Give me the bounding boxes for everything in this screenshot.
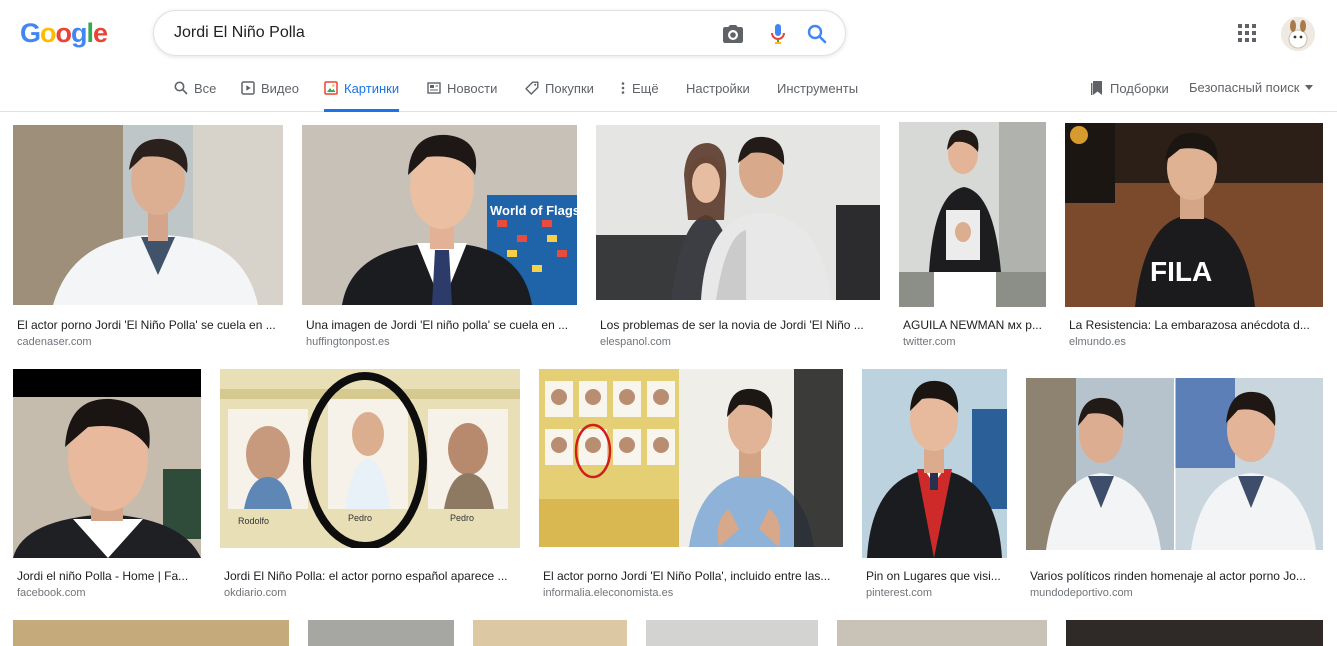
camera-icon[interactable] <box>721 22 745 46</box>
google-logo[interactable]: Google <box>20 18 110 50</box>
news-icon <box>427 82 441 94</box>
tab-tools[interactable]: Инструменты <box>777 80 858 112</box>
svg-text:Rodolfo: Rodolfo <box>238 516 269 526</box>
result-thumbnail[interactable] <box>308 620 454 646</box>
image-result[interactable]: World of Flags Una imagen de Jordi 'El n… <box>302 125 577 350</box>
tab-settings[interactable]: Настройки <box>686 80 750 112</box>
image-result[interactable]: Varios políticos rinden homenaje al acto… <box>1026 378 1323 601</box>
svg-text:Pedro: Pedro <box>348 513 372 523</box>
tab-images[interactable]: Картинки <box>324 80 400 112</box>
image-result[interactable] <box>473 620 627 646</box>
image-result[interactable]: El actor porno Jordi 'El Niño Polla' se … <box>13 125 283 350</box>
image-result[interactable]: Los problemas de ser la novia de Jordi '… <box>596 125 880 350</box>
tab-label: Инструменты <box>777 81 859 96</box>
result-thumbnail[interactable] <box>1026 378 1323 550</box>
search-box <box>153 10 846 56</box>
result-domain: cadenaser.com <box>17 336 92 348</box>
result-caption[interactable]: Jordi el niño Polla - Home | Fa... <box>17 568 199 584</box>
result-thumbnail[interactable] <box>646 620 818 646</box>
tab-label: Настройки <box>686 81 750 96</box>
search-input[interactable] <box>174 11 714 55</box>
more-vert-icon <box>621 82 625 94</box>
result-thumbnail[interactable]: Rodolfo Pedro Pedro <box>220 369 520 548</box>
tab-label: Новости <box>447 81 498 96</box>
result-thumbnail[interactable] <box>13 620 289 646</box>
bookmark-icon <box>1091 81 1102 95</box>
result-caption[interactable]: Los problemas de ser la novia de Jordi '… <box>600 317 876 333</box>
tab-more[interactable]: Ещё <box>620 80 659 112</box>
tab-label: Все <box>194 81 217 96</box>
result-domain: informalia.eleconomista.es <box>543 587 674 599</box>
image-result[interactable]: Jordi el niño Polla - Home | Fa... faceb… <box>13 369 201 601</box>
tag-icon <box>525 81 539 95</box>
result-domain: mundodeportivo.com <box>1030 587 1133 599</box>
tab-video[interactable]: Видео <box>241 80 299 112</box>
result-thumbnail[interactable] <box>862 369 1007 558</box>
result-thumbnail[interactable] <box>596 125 880 300</box>
tab-shopping[interactable]: Покупки <box>525 80 594 112</box>
result-domain: okdiario.com <box>224 587 287 599</box>
svg-text:FILA: FILA <box>1150 256 1212 287</box>
result-caption[interactable]: La Resistencia: La embarazosa anécdota d… <box>1069 317 1323 333</box>
collections-link[interactable]: Подборки <box>1090 80 1169 96</box>
tab-label: Покупки <box>545 81 594 96</box>
result-thumbnail[interactable] <box>899 122 1046 307</box>
result-domain: twitter.com <box>903 336 956 348</box>
header: Google Jordi El Niño Polla Все Видео Кар… <box>0 0 1337 112</box>
result-thumbnail[interactable]: World of Flags <box>302 125 577 305</box>
collections-label: Подборки <box>1110 80 1169 96</box>
result-domain: pinterest.com <box>866 587 933 599</box>
image-result[interactable]: El actor porno Jordi 'El Niño Polla', in… <box>539 369 843 601</box>
tab-news[interactable]: Новости <box>427 80 497 112</box>
image-result[interactable]: FILA La Resistencia: La embarazosa anécd… <box>1065 123 1323 350</box>
result-caption[interactable]: Pin on Lugares que visi... <box>866 568 1007 584</box>
safe-search-label: Безопасный поиск <box>1189 80 1300 95</box>
image-result[interactable] <box>13 620 289 646</box>
result-domain: elmundo.es <box>1069 336 1126 348</box>
svg-text:Pedro: Pedro <box>450 513 474 523</box>
image-result[interactable] <box>646 620 818 646</box>
image-result[interactable] <box>1066 620 1323 646</box>
result-domain: huffingtonpost.es <box>306 336 390 348</box>
svg-text:World of Flags: World of Flags <box>490 203 577 218</box>
image-result[interactable] <box>308 620 454 646</box>
tab-label: Картинки <box>344 81 400 96</box>
dropdown-arrow-icon <box>1305 84 1314 90</box>
result-caption[interactable]: AGUILA NEWMAN мх p... <box>903 317 1046 333</box>
video-icon <box>241 81 255 95</box>
tab-label: Видео <box>261 81 299 96</box>
microphone-icon[interactable] <box>766 22 790 46</box>
search-icon[interactable] <box>805 22 829 46</box>
result-thumbnail[interactable] <box>13 369 201 558</box>
result-thumbnail[interactable] <box>1066 620 1323 646</box>
image-icon <box>324 81 338 95</box>
result-domain: elespanol.com <box>600 336 671 348</box>
result-thumbnail[interactable] <box>13 125 283 305</box>
apps-grid-icon[interactable] <box>1236 22 1258 44</box>
image-result[interactable]: Rodolfo Pedro Pedro Jordi El Niño Polla:… <box>220 369 520 601</box>
image-result[interactable]: Pin on Lugares que visi... pinterest.com <box>862 369 1007 601</box>
result-caption[interactable]: El actor porno Jordi 'El Niño Polla', in… <box>543 568 841 584</box>
result-thumbnail[interactable]: FILA <box>1065 123 1323 307</box>
result-caption[interactable]: Jordi El Niño Polla: el actor porno espa… <box>224 568 518 584</box>
image-result[interactable]: AGUILA NEWMAN мх p... twitter.com <box>899 122 1046 350</box>
result-thumbnail[interactable] <box>837 620 1047 646</box>
tab-all[interactable]: Все <box>174 80 216 112</box>
avatar[interactable] <box>1281 17 1315 51</box>
result-domain: facebook.com <box>17 587 86 599</box>
result-thumbnail[interactable] <box>539 369 843 547</box>
result-caption[interactable]: Una imagen de Jordi 'El niño polla' se c… <box>306 317 576 333</box>
result-thumbnail[interactable] <box>473 620 627 646</box>
tab-label: Ещё <box>632 81 659 96</box>
result-caption[interactable]: El actor porno Jordi 'El Niño Polla' se … <box>17 317 279 333</box>
search-icon <box>174 81 188 95</box>
image-result[interactable] <box>837 620 1047 646</box>
safe-search-dropdown[interactable]: Безопасный поиск <box>1189 80 1314 95</box>
result-caption[interactable]: Varios políticos rinden homenaje al acto… <box>1030 568 1323 584</box>
